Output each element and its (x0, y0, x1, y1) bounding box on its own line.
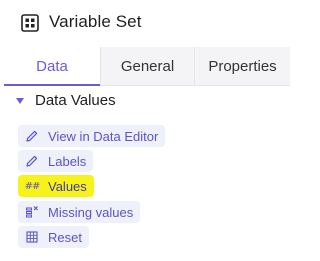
tab-properties[interactable]: Properties (194, 47, 290, 85)
missing-values-button[interactable]: Missing values (18, 201, 141, 223)
view-in-data-editor-button[interactable]: View in Data Editor (18, 125, 166, 147)
item-label: Labels (48, 153, 87, 169)
item-label: Missing values (48, 204, 134, 220)
page-title: Variable Set (49, 12, 142, 31)
tab-bar: Data General Properties (4, 47, 290, 86)
pencil-icon (24, 128, 40, 144)
item-label: Reset (48, 229, 82, 245)
item-label: View in Data Editor (48, 128, 159, 144)
labels-button[interactable]: Labels (18, 150, 94, 172)
missing-values-icon (24, 204, 40, 220)
item-label: Values (48, 178, 87, 194)
table-reset-icon (24, 229, 40, 245)
pencil-icon (24, 153, 40, 169)
values-button[interactable]: ## Values (18, 175, 94, 197)
tab-data[interactable]: Data (4, 47, 100, 86)
grid-icon (21, 14, 39, 32)
reset-button[interactable]: Reset (18, 226, 89, 248)
triangle-down-icon (16, 98, 24, 104)
tab-general[interactable]: General (100, 47, 194, 85)
hash-icon: ## (24, 180, 41, 192)
section-data-values[interactable]: Data Values (16, 92, 116, 109)
section-label: Data Values (35, 92, 116, 109)
panel-header: Variable Set (0, 0, 290, 46)
